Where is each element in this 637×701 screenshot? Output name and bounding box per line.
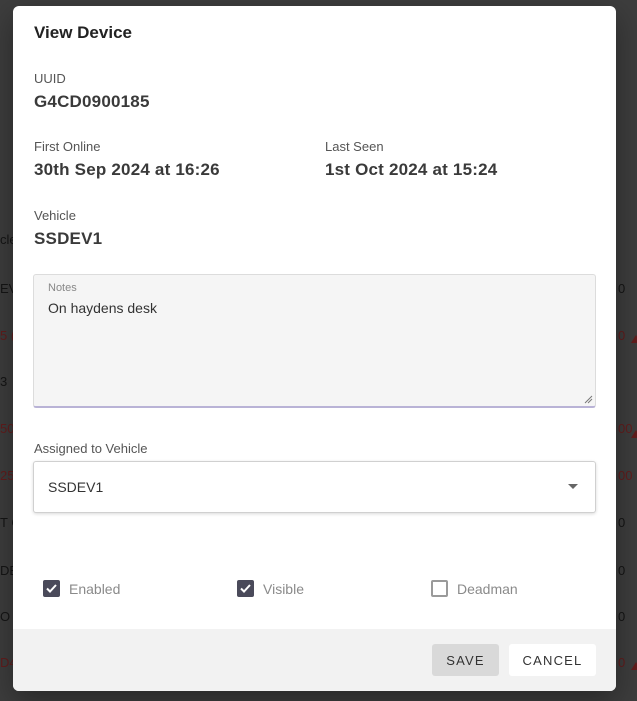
visible-checkbox[interactable] [237, 580, 254, 597]
deadman-label: Deadman [457, 580, 518, 597]
last-seen-label: Last Seen [325, 139, 384, 154]
save-button[interactable]: SAVE [432, 644, 499, 676]
checkmark-icon [240, 584, 251, 593]
checkmark-icon [46, 584, 57, 593]
uuid-label: UUID [34, 71, 66, 86]
resize-grip-icon[interactable] [584, 395, 593, 404]
assigned-vehicle-label: Assigned to Vehicle [34, 441, 148, 456]
view-device-dialog: View Device UUID G4CD0900185 First Onlin… [13, 6, 616, 691]
deadman-checkbox[interactable] [431, 580, 448, 597]
uuid-value: G4CD0900185 [34, 92, 150, 111]
notes-label: Notes [48, 282, 77, 294]
assigned-vehicle-select[interactable]: SSDEV1 [33, 461, 596, 513]
first-online-label: First Online [34, 139, 101, 154]
enabled-checkbox-row[interactable]: Enabled [43, 580, 120, 597]
visible-checkbox-row[interactable]: Visible [237, 580, 304, 597]
deadman-checkbox-row[interactable]: Deadman [431, 580, 518, 597]
visible-label: Visible [263, 580, 304, 597]
enabled-checkbox[interactable] [43, 580, 60, 597]
vehicle-value: SSDEV1 [34, 229, 103, 248]
dialog-title: View Device [34, 23, 132, 42]
enabled-label: Enabled [69, 580, 121, 597]
notes-value: On haydens desk [48, 300, 157, 316]
first-online-value: 30th Sep 2024 at 16:26 [34, 160, 220, 179]
dialog-footer: SAVE CANCEL [13, 629, 616, 691]
last-seen-value: 1st Oct 2024 at 15:24 [325, 160, 498, 179]
cancel-button[interactable]: CANCEL [509, 644, 596, 676]
vehicle-label: Vehicle [34, 208, 76, 223]
assigned-vehicle-value: SSDEV1 [48, 479, 104, 495]
chevron-down-icon [568, 484, 578, 489]
notes-textarea[interactable]: Notes On haydens desk [33, 274, 596, 408]
